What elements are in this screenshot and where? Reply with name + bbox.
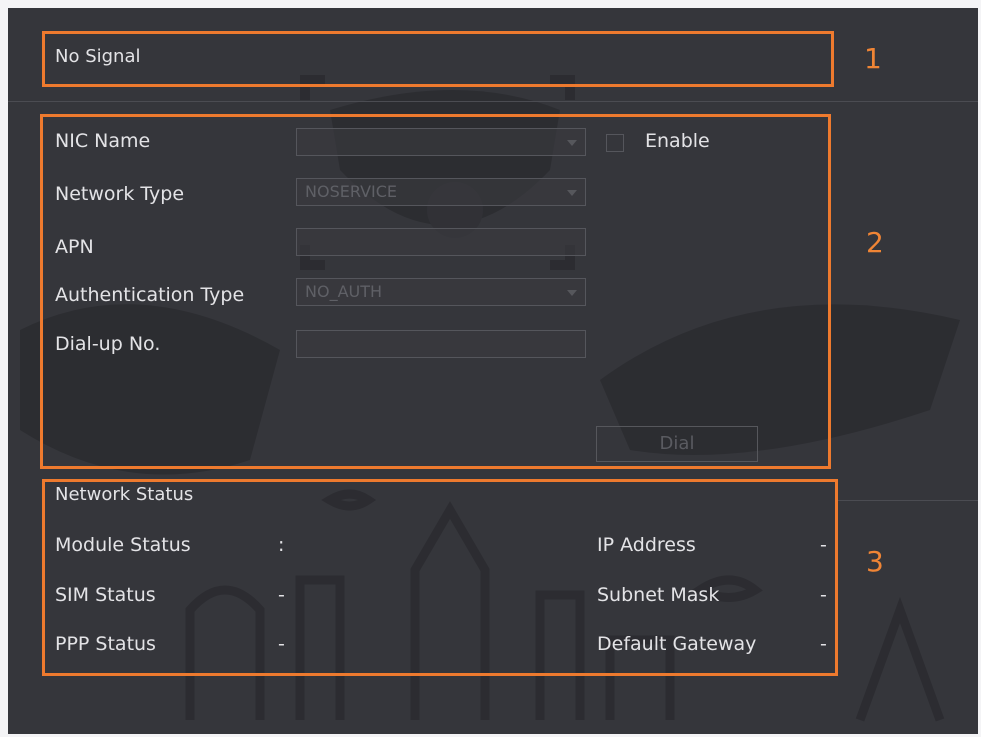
divider-status <box>835 500 978 501</box>
network-3g4g-settings-panel: No Signal 1 NIC Name Enable Network Type… <box>0 0 981 737</box>
highlight-box-form <box>40 114 831 469</box>
section-number-3: 3 <box>866 545 884 578</box>
divider-top <box>8 101 978 102</box>
highlight-box-status <box>42 479 838 676</box>
section-number-2: 2 <box>866 226 884 259</box>
top-border <box>0 0 981 8</box>
highlight-box-signal <box>42 31 834 87</box>
section-number-1: 1 <box>864 42 882 75</box>
left-border <box>0 0 8 737</box>
